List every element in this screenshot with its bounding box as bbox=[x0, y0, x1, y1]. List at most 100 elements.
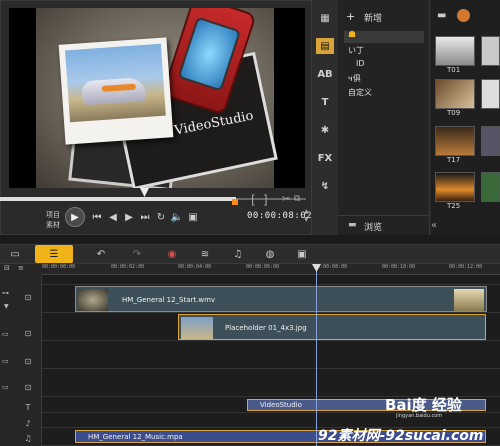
car-photo bbox=[65, 43, 166, 123]
overlay-track-icon-3[interactable]: ⊡ bbox=[20, 381, 36, 393]
video-clip-thumb bbox=[78, 289, 108, 311]
track-headers: ⊶ ▼ ⊡ ▭ ⊡ ▭ ⊡ ▭ ⊡ T ♪ ♫ bbox=[0, 275, 42, 446]
instant-project-tab-icon[interactable]: ▤ bbox=[316, 38, 334, 54]
enlarge-icon[interactable]: ⧉ bbox=[294, 194, 300, 204]
motion-tracking-icon[interactable]: ◍ bbox=[261, 247, 279, 261]
overlay-clip[interactable]: Placeholder 01_4x3.jpg bbox=[178, 314, 486, 340]
library-tabs: ▦ ▤ AB T ✱ FX ↯ bbox=[312, 0, 338, 235]
browse-icon: ▬ bbox=[348, 220, 357, 230]
overlay-toggle-icon[interactable]: ▭ bbox=[2, 330, 9, 338]
playhead-line[interactable] bbox=[316, 266, 317, 446]
timecode-down-icon[interactable]: ▼ bbox=[304, 216, 309, 223]
mark-in-button[interactable]: [ bbox=[251, 193, 256, 207]
title-tab-icon[interactable]: T bbox=[316, 94, 334, 110]
template-thumbnails: ▬ T01 T09 T17 T25 « bbox=[431, 0, 500, 235]
play-button[interactable]: ▶ bbox=[65, 207, 85, 227]
title-track-icon[interactable]: T bbox=[20, 401, 36, 413]
folder-highlight-icon: ☗ bbox=[348, 30, 357, 40]
next-frame-icon[interactable]: ▶ bbox=[122, 210, 136, 224]
baidu-watermark: Bai度 经验 bbox=[385, 396, 462, 414]
video-clip-end-thumb bbox=[454, 289, 484, 311]
mark-out-button[interactable]: ] bbox=[263, 193, 268, 207]
add-icon[interactable]: + bbox=[346, 10, 355, 23]
transition-tab-icon[interactable]: AB bbox=[316, 66, 334, 82]
template-thumb-t09[interactable] bbox=[435, 79, 475, 109]
template-thumb-t01[interactable] bbox=[435, 36, 475, 66]
add-folder-button[interactable]: 新增 bbox=[364, 11, 382, 24]
track-manager-icon[interactable]: ≡ bbox=[18, 264, 24, 272]
overlay-toggle-icon-2[interactable]: ▭ bbox=[2, 357, 9, 365]
video-clip-label: HM_General 12_Start.wmv bbox=[122, 296, 216, 304]
music-track-icon[interactable]: ♫ bbox=[20, 432, 36, 444]
site-watermark: 92素材网-92sucai.com bbox=[318, 428, 484, 444]
repeat-icon[interactable]: ↻ bbox=[154, 210, 168, 224]
sound-mixer-icon[interactable]: ≋ bbox=[196, 247, 214, 261]
timeline-view-icon[interactable]: ☰ bbox=[35, 245, 73, 263]
template-scene: VideoStudio bbox=[36, 8, 278, 188]
template-thumb-t17[interactable] bbox=[435, 126, 475, 156]
track-expand-icon[interactable]: ▼ bbox=[4, 303, 9, 310]
path-tab-icon[interactable]: ↯ bbox=[316, 178, 334, 194]
template-thumb-t25[interactable] bbox=[435, 172, 475, 202]
music-clip-label: HM_General 12_Music.mpa bbox=[88, 433, 183, 441]
overlay-track-icon-1[interactable]: ⊡ bbox=[20, 327, 36, 339]
template-thumb-t02[interactable] bbox=[481, 36, 500, 66]
folder-item-custom[interactable]: 自定义 bbox=[348, 87, 372, 98]
browse-bar[interactable]: ▬ 浏览 bbox=[338, 215, 430, 235]
folder-item-2[interactable]: ID bbox=[356, 59, 365, 68]
timecode-display[interactable]: 00:00:08:02 bbox=[247, 211, 312, 221]
previous-frame-icon[interactable]: ◀ bbox=[106, 210, 120, 224]
folder-selected[interactable]: ☗ bbox=[344, 30, 424, 43]
clip-mode-label[interactable]: 素材 bbox=[46, 220, 60, 230]
timecode-up-icon[interactable]: ▲ bbox=[304, 208, 309, 215]
graphic-tab-icon[interactable]: ✱ bbox=[316, 122, 334, 138]
overlay-toggle-icon-3[interactable]: ▭ bbox=[2, 383, 9, 391]
scrub-bar[interactable] bbox=[0, 197, 236, 201]
ruler-tick-3: 00:00:06:00 bbox=[246, 264, 280, 270]
auto-music-icon[interactable]: ♫ bbox=[229, 247, 247, 261]
title-clip-label: VideoStudio bbox=[260, 401, 302, 409]
template-thumb-t18[interactable] bbox=[481, 126, 500, 156]
browse-label: 浏览 bbox=[364, 223, 383, 233]
overlay-clip-thumb bbox=[181, 317, 213, 339]
import-icon[interactable] bbox=[457, 9, 470, 22]
folder-icon[interactable]: ▬ bbox=[437, 10, 446, 21]
template-thumb-t10[interactable] bbox=[481, 79, 500, 109]
hd-icon[interactable]: ▣ bbox=[186, 210, 200, 224]
home-icon[interactable]: ⏮ bbox=[90, 210, 104, 224]
trim-end-marker[interactable] bbox=[232, 199, 238, 205]
undo-icon[interactable]: ↶ bbox=[93, 247, 109, 261]
video-track-icon[interactable]: ⊡ bbox=[20, 291, 36, 303]
storyboard-view-icon[interactable]: ▭ bbox=[4, 247, 26, 261]
scissors-icon[interactable]: ✂ bbox=[282, 194, 290, 205]
collapse-icon[interactable]: « bbox=[431, 220, 437, 231]
video-clip[interactable]: HM_General 12_Start.wmv bbox=[75, 286, 487, 312]
track-lock-icon[interactable]: ⊶ bbox=[2, 289, 9, 297]
zoom-fit-icon[interactable]: ⊟ bbox=[4, 264, 10, 272]
template-thumb-t26[interactable] bbox=[481, 172, 500, 202]
record-capture-icon[interactable]: ◉ bbox=[163, 247, 181, 261]
timeline-toolbar bbox=[0, 244, 500, 264]
voice-track-icon[interactable]: ♪ bbox=[20, 417, 36, 429]
library-folders: + 新增 ☗ い丁 ID ч俱 自定义 ▬ 浏览 bbox=[338, 0, 430, 235]
thumb-label-t17: T17 bbox=[447, 156, 461, 164]
polaroid-photo bbox=[58, 37, 174, 145]
fx-tab-icon[interactable]: FX bbox=[316, 150, 334, 166]
overlay-track-2[interactable] bbox=[42, 341, 500, 369]
redo-icon[interactable]: ↷ bbox=[129, 247, 145, 261]
overlay-track-icon-2[interactable]: ⊡ bbox=[20, 355, 36, 367]
folder-item-1[interactable]: い丁 bbox=[348, 45, 364, 56]
thumb-label-t25: T25 bbox=[447, 202, 461, 210]
thumb-label-t09: T09 bbox=[447, 109, 461, 117]
thumb-label-t01: T01 bbox=[447, 66, 461, 74]
folder-item-3[interactable]: ч俱 bbox=[348, 73, 361, 84]
overlay-track-3[interactable] bbox=[42, 369, 500, 397]
project-mode-label[interactable]: 项目 bbox=[46, 210, 60, 220]
subtitle-editor-icon[interactable]: ▣ bbox=[293, 247, 311, 261]
baidu-url: jingyan.baidu.com bbox=[396, 413, 443, 419]
ruler-tick-5: 00:00:10:00 bbox=[382, 264, 416, 270]
media-tab-icon[interactable]: ▦ bbox=[316, 10, 334, 26]
end-icon[interactable]: ⏭ bbox=[138, 210, 152, 224]
ruler-tick-1: 00:00:02:00 bbox=[111, 264, 145, 270]
volume-icon[interactable]: 🔈 bbox=[170, 210, 184, 224]
